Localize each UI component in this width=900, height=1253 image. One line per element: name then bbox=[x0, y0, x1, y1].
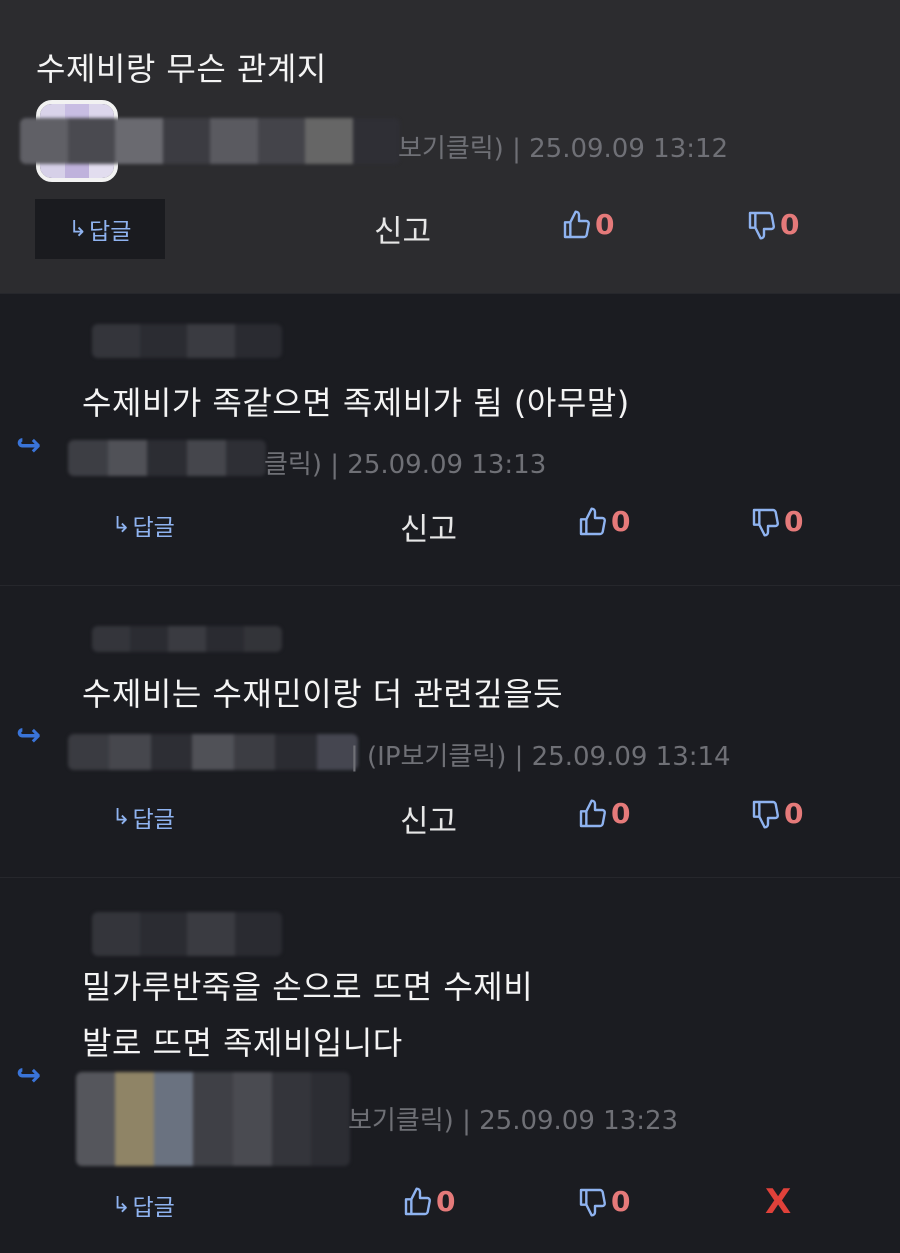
like-button[interactable]: 0 bbox=[577, 505, 630, 538]
reply-small-arrow-icon: ↳ bbox=[112, 512, 131, 538]
dislike-button[interactable]: 0 bbox=[746, 208, 799, 241]
dislike-count: 0 bbox=[780, 208, 800, 241]
thumbs-down-icon bbox=[752, 800, 779, 829]
report-button[interactable]: 신고 bbox=[400, 796, 457, 841]
reply-button[interactable]: ↳ 답글 bbox=[112, 508, 175, 542]
redacted-user-info bbox=[68, 440, 266, 476]
reply-label: 답글 bbox=[132, 807, 175, 833]
thumbs-up-icon bbox=[579, 798, 606, 827]
redacted-nickname bbox=[20, 118, 400, 164]
thumbs-up-icon bbox=[563, 209, 590, 238]
reply-label: 답글 bbox=[89, 219, 132, 245]
reply-label: 답글 bbox=[132, 1195, 175, 1221]
dislike-button[interactable]: 0 bbox=[750, 797, 803, 830]
like-count: 0 bbox=[595, 208, 615, 241]
dislike-button[interactable]: 0 bbox=[750, 505, 803, 538]
comment-meta: 보기클릭) | 25.09.09 13:23 bbox=[348, 1106, 679, 1136]
dislike-button[interactable]: 0 bbox=[577, 1185, 630, 1218]
comment-2: 수제비가 족같으면 족제비가 됨 (아무말) ↪ 클릭) | 25.09.09 … bbox=[0, 293, 900, 585]
thumbs-down-icon bbox=[752, 508, 779, 537]
reply-small-arrow-icon: ↳ bbox=[112, 1192, 131, 1218]
redacted-nickname bbox=[92, 324, 282, 358]
redacted-nickname bbox=[92, 912, 282, 956]
thumbs-up-icon bbox=[404, 1186, 431, 1215]
redacted-nickname bbox=[92, 626, 282, 652]
dislike-count: 0 bbox=[784, 505, 804, 538]
like-count: 0 bbox=[611, 797, 631, 830]
comment-text: 수제비랑 무슨 관계지 bbox=[36, 50, 327, 88]
thumbs-up-icon bbox=[579, 506, 606, 535]
curved-reply-arrow-icon: ↪ bbox=[16, 428, 42, 463]
curved-reply-arrow-icon: ↪ bbox=[16, 1058, 42, 1093]
redacted-avatar-and-nickname bbox=[76, 1072, 350, 1166]
like-count: 0 bbox=[436, 1185, 456, 1218]
comment-meta: | (IP보기클릭) | 25.09.09 13:14 bbox=[350, 742, 731, 772]
reply-small-arrow-icon: ↳ bbox=[68, 216, 88, 242]
report-button[interactable]: 신고 bbox=[400, 504, 457, 549]
comment-4: 밀가루반죽을 손으로 뜨면 수제비 발로 뜨면 족제비입니다 ↪ 보기클릭) |… bbox=[0, 877, 900, 1253]
comment-text-line-1: 밀가루반죽을 손으로 뜨면 수제비 bbox=[82, 968, 534, 1006]
comment-1: 수제비랑 무슨 관계지 보기클릭) | 25.09.09 13:12 ↳ 답글 … bbox=[0, 0, 900, 293]
comment-text: 수제비는 수재민이랑 더 관련깊을듯 bbox=[82, 675, 564, 713]
reply-button[interactable]: ↳ 답글 bbox=[112, 1188, 175, 1222]
like-button[interactable]: 0 bbox=[561, 208, 614, 241]
redacted-user-info bbox=[68, 734, 358, 770]
reply-button[interactable]: ↳ 답글 bbox=[112, 800, 175, 834]
dislike-count: 0 bbox=[784, 797, 804, 830]
dislike-count: 0 bbox=[611, 1185, 631, 1218]
like-button[interactable]: 0 bbox=[577, 797, 630, 830]
curved-reply-arrow-icon: ↪ bbox=[16, 718, 42, 753]
thumbs-down-icon bbox=[579, 1188, 606, 1217]
comment-text: 수제비가 족같으면 족제비가 됨 (아무말) bbox=[82, 384, 630, 422]
delete-button[interactable]: X bbox=[765, 1182, 791, 1222]
thumbs-down-icon bbox=[748, 211, 775, 240]
reply-small-arrow-icon: ↳ bbox=[112, 804, 131, 830]
comment-meta: 보기클릭) | 25.09.09 13:12 bbox=[398, 134, 729, 164]
reply-label: 답글 bbox=[132, 515, 175, 541]
like-button[interactable]: 0 bbox=[402, 1185, 455, 1218]
like-count: 0 bbox=[611, 505, 631, 538]
comment-3: 수제비는 수재민이랑 더 관련깊을듯 ↪ | (IP보기클릭) | 25.09.… bbox=[0, 585, 900, 877]
reply-button[interactable]: ↳ 답글 bbox=[35, 199, 165, 259]
comment-meta: 클릭) | 25.09.09 13:13 bbox=[264, 450, 547, 480]
report-button[interactable]: 신고 bbox=[374, 206, 431, 251]
comment-text-line-2: 발로 뜨면 족제비입니다 bbox=[82, 1024, 403, 1062]
